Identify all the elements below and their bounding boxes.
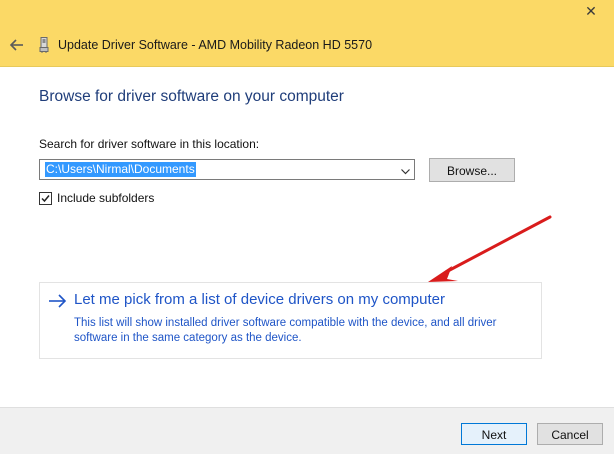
title-bar: ✕ Update Driver Software - AMD Mobility …	[0, 0, 614, 67]
checkmark-icon	[41, 195, 50, 203]
pick-from-list-title[interactable]: Let me pick from a list of device driver…	[74, 291, 445, 308]
include-subfolders-checkbox[interactable]	[39, 192, 52, 205]
cancel-button[interactable]: Cancel	[537, 423, 603, 445]
search-location-label: Search for driver software in this locat…	[39, 137, 260, 151]
close-icon[interactable]: ✕	[584, 4, 598, 18]
content-area: Browse for driver software on your compu…	[0, 67, 614, 407]
pick-from-list-description: This list will show installed driver sof…	[74, 317, 497, 344]
right-arrow-icon	[48, 293, 68, 309]
window-title: Update Driver Software - AMD Mobility Ra…	[58, 38, 373, 52]
browse-button[interactable]: Browse...	[429, 158, 515, 182]
page-heading: Browse for driver software on your compu…	[39, 88, 344, 105]
update-driver-window: ✕ Update Driver Software - AMD Mobility …	[0, 0, 614, 454]
search-location-value[interactable]: C:\Users\Nirmal\Documents	[45, 162, 196, 177]
search-location-combobox[interactable]: C:\Users\Nirmal\Documents	[39, 159, 415, 180]
next-button[interactable]: Next	[461, 423, 527, 445]
back-arrow-icon[interactable]	[8, 36, 26, 54]
include-subfolders-label[interactable]: Include subfolders	[57, 191, 154, 205]
graphics-card-icon	[38, 37, 50, 53]
chevron-down-icon[interactable]	[400, 164, 411, 175]
dialog-footer: Next Cancel	[0, 407, 614, 454]
pick-from-list-option[interactable]: Let me pick from a list of device driver…	[39, 282, 542, 359]
